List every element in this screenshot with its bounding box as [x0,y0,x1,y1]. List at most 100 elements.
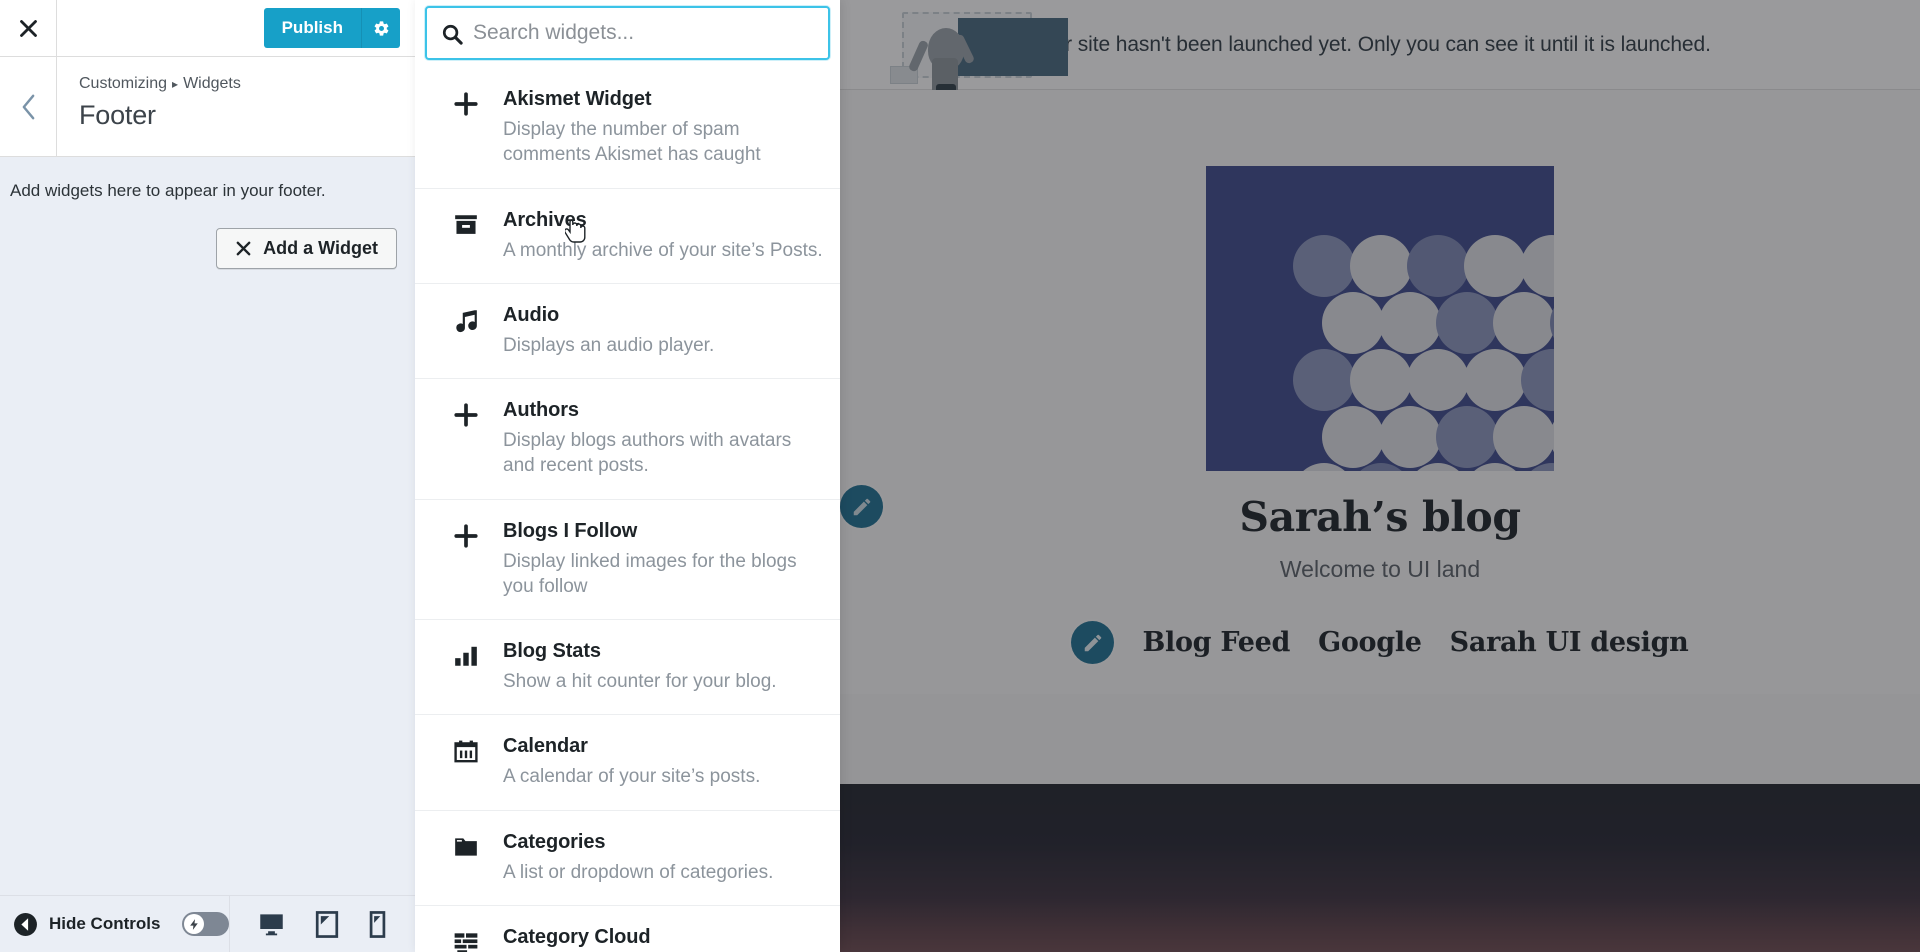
widget-text: Categories A list or dropdown of categori… [503,831,824,885]
widget-text: Akismet Widget Display the number of spam… [503,88,824,168]
widget-name: Akismet Widget [503,88,652,110]
desktop-preview-button[interactable] [258,911,285,938]
page-title: Footer [79,100,156,130]
widget-search-input[interactable] [427,21,828,45]
logo-dot [1492,406,1554,468]
plus-icon [451,88,481,117]
edit-hero-pencil-icon[interactable] [840,485,883,528]
widget-description: A list or dropdown of categories. [503,861,774,883]
logo-dot [1350,235,1412,297]
logo-dot [1435,406,1498,468]
logo-dot [1350,349,1412,411]
back-button[interactable] [0,57,57,156]
preview-speed-toggle[interactable] [182,912,229,936]
close-x-icon [236,241,251,256]
mobile-preview-button[interactable] [369,910,386,938]
widget-list-item[interactable]: Blogs I Follow Display linked images for … [415,500,840,621]
archive-box-icon [451,209,481,238]
edit-nav-pencil-icon[interactable] [1071,621,1115,664]
collapse-arrow-icon [14,912,37,936]
available-widgets-panel: Akismet Widget Display the number of spam… [415,0,840,952]
widget-description: Show a hit counter for your blog. [503,671,777,693]
widget-description: Display linked images for the blogs you … [503,550,797,597]
widget-name: Categories [503,830,606,853]
logo-dot [1521,349,1554,411]
customizer-content: Add widgets here to appear in your foote… [0,157,415,895]
breadcrumb-separator-icon: ▸ [172,77,179,91]
logo-dot [1378,406,1441,468]
widget-name: Audio [503,303,560,326]
widget-list[interactable]: Akismet Widget Display the number of spam… [415,68,840,952]
logo-dot [1464,235,1526,297]
site-tagline: Welcome to UI land [1279,556,1481,582]
widget-text: Calendar A calendar of your site’s posts. [503,735,824,789]
customizer-screen: Your site hasn't been launched yet. Only… [0,0,1920,952]
chevron-left-icon [22,94,34,119]
mobile-icon [369,910,386,938]
widget-text: Blogs I Follow Display linked images for … [503,520,824,600]
widget-name: Authors [503,399,579,422]
plus-icon [451,399,481,428]
publish-button-group: Publish [263,8,400,48]
widget-list-item[interactable]: Blog Stats Show a hit counter for your bl… [415,620,840,716]
widget-name: Archives [503,208,587,231]
logo-dot [1378,292,1441,354]
search-icon [441,23,464,51]
close-customizer-button[interactable] [0,0,57,57]
breadcrumb-current[interactable]: Widgets [183,75,241,92]
widget-description: Display the number of spam comments Akis… [503,119,761,166]
widget-name: Blogs I Follow [503,519,638,542]
nav-link-google[interactable]: Google [1318,627,1422,658]
widget-description: A calendar of your site’s posts. [503,766,761,788]
site-title: Sarah’s blog [1239,493,1521,541]
widget-list-item[interactable]: Akismet Widget Display the number of spam… [415,68,840,189]
widget-list-item[interactable]: Calendar A calendar of your site’s posts. [415,715,840,811]
logo-dot [1321,406,1384,468]
logo-dot [1435,292,1498,354]
device-preview-group [229,896,386,952]
logo-dot [1293,235,1355,297]
widget-list-item[interactable]: Authors Display blogs authors with avatar… [415,379,840,500]
logo-dot [1407,235,1469,297]
publish-button[interactable]: Publish [263,8,362,48]
logo-dot [1521,235,1554,297]
logo-dot [1321,292,1384,354]
launch-notice-text: Your site hasn't been launched yet. Only… [1030,32,1711,56]
widget-description: A monthly archive of your site’s Posts. [503,239,823,261]
nav-link-blog-feed[interactable]: Blog Feed [1142,627,1290,658]
launch-illustration-icon [840,0,1068,94]
widget-name: Calendar [503,735,588,758]
widget-name: Blog Stats [503,640,601,663]
music-note-icon [451,304,481,333]
bar-chart-icon [451,640,481,669]
breadcrumb-root[interactable]: Customizing [79,75,167,92]
site-hero: Sarah’s blog Welcome to UI land Blog Fee… [840,90,1920,694]
add-widget-button[interactable]: Add a Widget [216,228,397,269]
widget-list-item[interactable]: Archives A monthly archive of your site’s… [415,189,840,284]
publish-settings-button[interactable] [362,8,400,48]
widget-text: Blog Stats Show a hit counter for your bl… [503,640,824,694]
widget-description: Display blogs authors with avatars and r… [503,430,792,477]
plus-icon [451,520,481,549]
cloud-tags-icon [451,926,481,952]
widget-list-item[interactable]: Audio Displays an audio player. [415,284,840,380]
widget-text: Category CloudYour most used categories … [503,926,824,952]
customizer-footer: Hide Controls [0,895,415,952]
preview-content: Sarah’s blog Welcome to UI land Blog Fee… [840,90,1920,952]
site-logo [1206,166,1554,471]
tablet-preview-button[interactable] [315,910,339,938]
footer-help-text: Add widgets here to appear in your foote… [10,181,326,200]
nav-link-sarah-ui-design[interactable]: Sarah UI design [1450,627,1689,658]
breadcrumb: Customizing ▸ Widgets [79,75,241,93]
desktop-icon [260,913,283,935]
hide-controls-button[interactable]: Hide Controls [0,912,182,937]
logo-dot [1464,349,1526,411]
customizer-section-header: Customizing ▸ Widgets Footer [0,57,415,157]
widget-list-item[interactable]: Categories A list or dropdown of categori… [415,811,840,906]
preview-footer-area [840,784,1920,952]
widget-description: Displays an audio player. [503,334,715,356]
widget-search-box[interactable] [425,6,830,60]
tablet-icon [315,910,339,938]
logo-dot [1407,349,1469,411]
widget-list-item[interactable]: Category CloudYour most used categories … [415,906,840,952]
